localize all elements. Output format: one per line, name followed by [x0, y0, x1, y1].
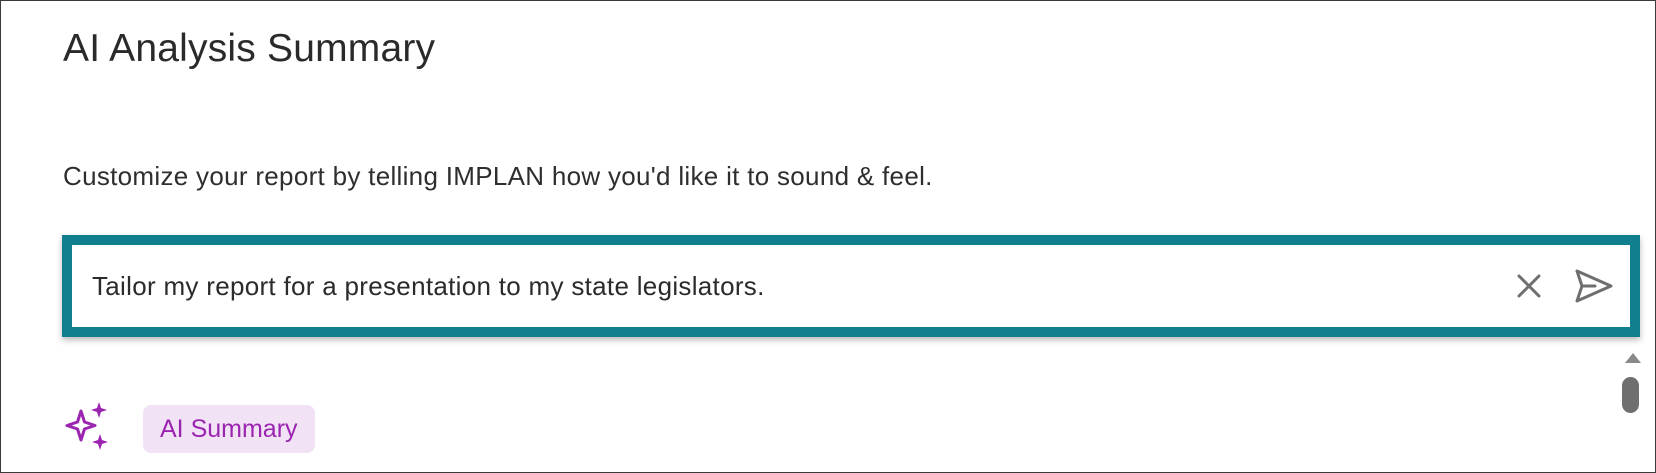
prompt-input-box: [62, 235, 1640, 337]
send-button[interactable]: [1567, 259, 1621, 313]
scrollbar-thumb[interactable]: [1622, 377, 1639, 413]
send-icon: [1575, 269, 1613, 303]
clear-button[interactable]: [1502, 259, 1556, 313]
instructions-text: Customize your report by telling IMPLAN …: [63, 161, 933, 191]
prompt-input[interactable]: [92, 261, 1422, 311]
close-icon: [1517, 274, 1541, 298]
page-title: AI Analysis Summary: [63, 27, 436, 70]
ai-summary-badge: AI Summary: [143, 405, 315, 453]
ai-analysis-panel: AI Analysis Summary Customize your repor…: [0, 0, 1656, 473]
triangle-up-icon: [1625, 353, 1641, 363]
scrollbar[interactable]: [1611, 339, 1655, 472]
scroll-up-button[interactable]: [1611, 349, 1655, 367]
sparkle-icon: [65, 402, 108, 450]
